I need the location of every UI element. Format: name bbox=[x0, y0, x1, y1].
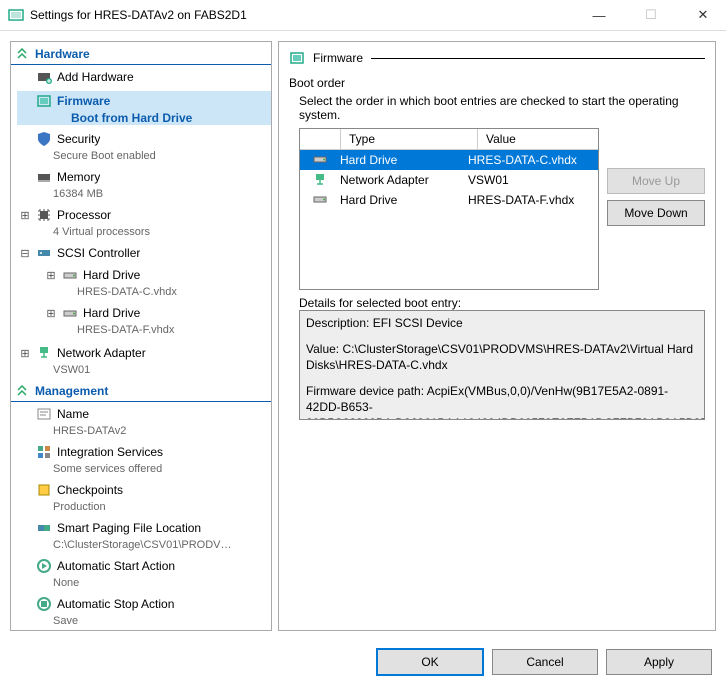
app-icon bbox=[8, 7, 24, 23]
pane-header: Firmware bbox=[289, 50, 705, 66]
hard-drive-icon bbox=[62, 305, 78, 321]
firmware-icon bbox=[289, 50, 305, 66]
boot-entries-table[interactable]: Type Value Hard DriveHRES-DATA-C.vhdxNet… bbox=[299, 128, 599, 290]
tree-item-network[interactable]: ⊞ Network Adapter VSW01 bbox=[11, 341, 271, 379]
divider bbox=[371, 58, 705, 59]
tree-item-memory[interactable]: Memory 16384 MB bbox=[11, 165, 271, 203]
content-area: Hardware Add Hardware Firmware Boot from… bbox=[0, 31, 726, 641]
entry-value: VSW01 bbox=[460, 173, 598, 187]
network-icon bbox=[300, 173, 332, 187]
hd1-subtitle: HRES-DATA-C.vhdx bbox=[41, 285, 271, 299]
memory-icon bbox=[36, 169, 52, 185]
add-hardware-icon bbox=[36, 69, 52, 85]
firmware-icon bbox=[36, 93, 52, 109]
tree-item-scsi[interactable]: ⊟ SCSI Controller ⊞ Hard Drive HRES-DATA… bbox=[11, 241, 271, 341]
details-path: Firmware device path: AcpiEx(VMBus,0,0)/… bbox=[306, 383, 698, 420]
boot-entry-row[interactable]: Hard DriveHRES-DATA-C.vhdx bbox=[300, 150, 598, 170]
settings-tree[interactable]: Hardware Add Hardware Firmware Boot from… bbox=[10, 41, 272, 631]
boot-order-section: Boot order Select the order in which boo… bbox=[289, 76, 705, 420]
details-box[interactable]: Description: EFI SCSI Device Value: C:\C… bbox=[299, 310, 705, 420]
processor-icon bbox=[36, 207, 52, 223]
close-button[interactable]: ✕ bbox=[680, 0, 726, 30]
detail-pane: Firmware Boot order Select the order in … bbox=[278, 41, 716, 631]
maximize-button: ☐ bbox=[628, 0, 674, 30]
tree-item-add-hardware[interactable]: Add Hardware bbox=[11, 65, 271, 89]
tree-item-autostop[interactable]: Automatic Stop Action Save bbox=[11, 592, 271, 630]
chevron-up-icon bbox=[15, 384, 29, 398]
boot-order-heading: Boot order bbox=[289, 76, 705, 90]
collapse-icon[interactable]: ⊟ bbox=[19, 247, 31, 260]
management-label: Management bbox=[35, 384, 108, 398]
window-title: Settings for HRES-DATAv2 on FABS2D1 bbox=[30, 8, 570, 22]
details-label: Details for selected boot entry: bbox=[299, 296, 705, 310]
move-down-button[interactable]: Move Down bbox=[607, 200, 705, 226]
tree-item-processor[interactable]: ⊞ Processor 4 Virtual processors bbox=[11, 203, 271, 241]
entry-value: HRES-DATA-F.vhdx bbox=[460, 193, 598, 207]
tree-item-firmware[interactable]: Firmware Boot from Hard Drive bbox=[11, 89, 271, 127]
boot-entry-row[interactable]: Hard DriveHRES-DATA-F.vhdx bbox=[300, 190, 598, 210]
cancel-button[interactable]: Cancel bbox=[492, 649, 598, 675]
details-value: Value: C:\ClusterStorage\CSV01\PRODVMS\H… bbox=[306, 341, 698, 373]
hardware-label: Hardware bbox=[35, 47, 90, 61]
hard-drive-icon bbox=[300, 193, 332, 207]
move-up-button: Move Up bbox=[607, 168, 705, 194]
shield-icon bbox=[36, 131, 52, 147]
tree-item-checkpoints[interactable]: Checkpoints Production bbox=[11, 478, 271, 516]
boot-entry-row[interactable]: Network AdapterVSW01 bbox=[300, 170, 598, 190]
network-subtitle: VSW01 bbox=[17, 363, 271, 377]
entry-type: Hard Drive bbox=[332, 153, 460, 167]
paging-icon bbox=[36, 520, 52, 536]
table-header: Type Value bbox=[300, 129, 598, 150]
expand-icon[interactable]: ⊞ bbox=[19, 347, 31, 360]
dialog-footer: OK Cancel Apply bbox=[0, 641, 726, 683]
processor-subtitle: 4 Virtual processors bbox=[17, 225, 271, 239]
entry-value: HRES-DATA-C.vhdx bbox=[460, 153, 598, 167]
scsi-icon bbox=[36, 245, 52, 261]
autostop-icon bbox=[36, 596, 52, 612]
chevron-up-icon bbox=[15, 47, 29, 61]
tree-item-name[interactable]: Name HRES-DATAv2 bbox=[11, 402, 271, 440]
entry-type: Network Adapter bbox=[332, 173, 460, 187]
apply-button[interactable]: Apply bbox=[606, 649, 712, 675]
tree-item-paging[interactable]: Smart Paging File Location C:\ClusterSto… bbox=[11, 516, 271, 554]
hardware-section-header[interactable]: Hardware bbox=[11, 44, 271, 65]
entry-type: Hard Drive bbox=[332, 193, 460, 207]
security-subtitle: Secure Boot enabled bbox=[17, 149, 271, 163]
memory-subtitle: 16384 MB bbox=[17, 187, 271, 201]
firmware-subtitle: Boot from Hard Drive bbox=[17, 111, 271, 125]
autostart-icon bbox=[36, 558, 52, 574]
tree-item-hd2[interactable]: ⊞ Hard Drive HRES-DATA-F.vhdx bbox=[35, 301, 271, 339]
expand-icon[interactable]: ⊞ bbox=[45, 269, 57, 282]
details-description: Description: EFI SCSI Device bbox=[306, 315, 698, 331]
ok-button[interactable]: OK bbox=[376, 648, 484, 676]
minimize-button[interactable]: — bbox=[576, 0, 622, 30]
tree-item-autostart[interactable]: Automatic Start Action None bbox=[11, 554, 271, 592]
hd2-subtitle: HRES-DATA-F.vhdx bbox=[41, 323, 271, 337]
tree-item-security[interactable]: Security Secure Boot enabled bbox=[11, 127, 271, 165]
checkpoints-icon bbox=[36, 482, 52, 498]
name-icon bbox=[36, 406, 52, 422]
tree-item-integration[interactable]: Integration Services Some services offer… bbox=[11, 440, 271, 478]
network-icon bbox=[36, 345, 52, 361]
boot-order-desc: Select the order in which boot entries a… bbox=[299, 94, 705, 122]
integration-icon bbox=[36, 444, 52, 460]
expand-icon[interactable]: ⊞ bbox=[45, 307, 57, 320]
hard-drive-icon bbox=[62, 267, 78, 283]
tree-item-hd1[interactable]: ⊞ Hard Drive HRES-DATA-C.vhdx bbox=[35, 263, 271, 301]
management-section-header[interactable]: Management bbox=[11, 381, 271, 402]
titlebar: Settings for HRES-DATAv2 on FABS2D1 — ☐ … bbox=[0, 0, 726, 31]
expand-icon[interactable]: ⊞ bbox=[19, 209, 31, 222]
hard-drive-icon bbox=[300, 153, 332, 167]
